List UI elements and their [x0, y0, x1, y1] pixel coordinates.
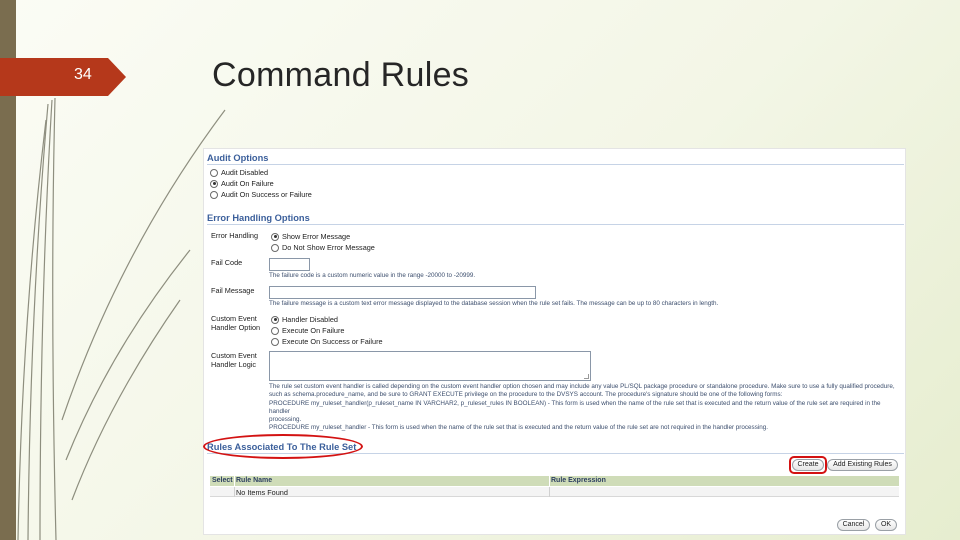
radio-icon	[271, 337, 279, 346]
highlight-ellipse	[203, 434, 363, 459]
resize-handle-icon[interactable]	[584, 374, 589, 379]
label-line: Custom Event	[211, 314, 257, 323]
error-handling-label: Error Handling	[211, 231, 259, 240]
audit-option-label: Audit Disabled	[221, 168, 269, 177]
handler-option-label: Execute On Failure	[282, 326, 345, 335]
help-line: processing.	[269, 416, 302, 424]
show-error-message-radio[interactable]: Show Error Message	[271, 232, 350, 241]
fail-code-input[interactable]	[269, 258, 310, 271]
section-divider	[207, 224, 904, 225]
error-handling-title: Error Handling Options	[207, 213, 310, 223]
help-line: PROCEDURE my_ruleset_handler - This form…	[269, 424, 769, 432]
column-divider	[234, 487, 235, 497]
label-line: Handler Logic	[211, 360, 257, 370]
column-header-select: Select	[212, 477, 233, 484]
radio-selected-icon	[271, 232, 279, 241]
label-line: Handler Option	[211, 323, 261, 333]
handler-disabled-radio[interactable]: Handler Disabled	[271, 315, 338, 324]
radio-icon	[210, 190, 218, 199]
section-divider	[207, 164, 904, 165]
help-line: PROCEDURE my_ruleset_handler(p_ruleset_n…	[269, 399, 881, 415]
custom-event-logic-help: The rule set custom event handler is cal…	[269, 383, 901, 433]
highlight-box	[789, 456, 827, 474]
radio-icon	[271, 326, 279, 335]
help-line: such as schema.procedure_name, and be su…	[269, 391, 783, 399]
column-header-rule-name[interactable]: Rule Name	[236, 477, 272, 486]
do-not-show-error-message-radio[interactable]: Do Not Show Error Message	[271, 243, 375, 252]
column-divider	[549, 487, 550, 497]
audit-disabled-radio[interactable]: Audit Disabled	[210, 168, 268, 177]
radio-selected-icon	[210, 179, 218, 188]
table-row: No Items Found	[210, 487, 899, 497]
rules-table-header: Select Rule Name Rule Expression	[210, 476, 899, 486]
slide-number: 34	[74, 66, 92, 83]
slide-title: Command Rules	[212, 56, 470, 94]
fail-message-label: Fail Message	[211, 286, 255, 295]
audit-on-success-or-failure-radio[interactable]: Audit On Success or Failure	[210, 190, 312, 199]
fail-code-help: The failure code is a custom numeric val…	[269, 272, 476, 279]
execute-on-failure-radio[interactable]: Execute On Failure	[271, 326, 344, 335]
radio-icon	[210, 168, 218, 177]
handler-option-label: Execute On Success or Failure	[282, 337, 383, 346]
custom-event-logic-textarea[interactable]	[269, 351, 591, 381]
radio-selected-icon	[271, 315, 279, 324]
slide-number-tab	[0, 58, 126, 96]
audit-option-label: Audit On Success or Failure	[221, 190, 312, 199]
fail-message-input[interactable]	[269, 286, 536, 299]
empty-table-message: No Items Found	[236, 488, 288, 497]
fail-code-label: Fail Code	[211, 258, 243, 267]
column-header-rule-expression[interactable]: Rule Expression	[551, 477, 606, 486]
cancel-button[interactable]: Cancel	[837, 519, 870, 531]
custom-event-option-label: Custom Event Handler Option	[211, 314, 260, 332]
audit-option-label: Audit On Failure	[221, 179, 274, 188]
error-option-label: Do Not Show Error Message	[282, 243, 375, 252]
execute-on-success-or-failure-radio[interactable]: Execute On Success or Failure	[271, 337, 383, 346]
handler-option-label: Handler Disabled	[282, 315, 338, 324]
audit-options-title: Audit Options	[207, 153, 269, 163]
column-divider	[549, 476, 550, 486]
screenshot-panel: Audit Options Audit Disabled Audit On Fa…	[203, 148, 906, 535]
label-line: Custom Event	[211, 351, 257, 360]
column-divider	[234, 476, 235, 486]
help-line: The rule set custom event handler is cal…	[269, 383, 895, 390]
fail-message-help: The failure message is a custom text err…	[269, 300, 719, 307]
ok-button[interactable]: OK	[875, 519, 897, 531]
audit-on-failure-radio[interactable]: Audit On Failure	[210, 179, 274, 188]
custom-event-logic-label: Custom Event Handler Logic	[211, 351, 257, 369]
error-option-label: Show Error Message	[282, 232, 351, 241]
radio-icon	[271, 243, 279, 252]
add-existing-rules-button[interactable]: Add Existing Rules	[827, 459, 898, 471]
